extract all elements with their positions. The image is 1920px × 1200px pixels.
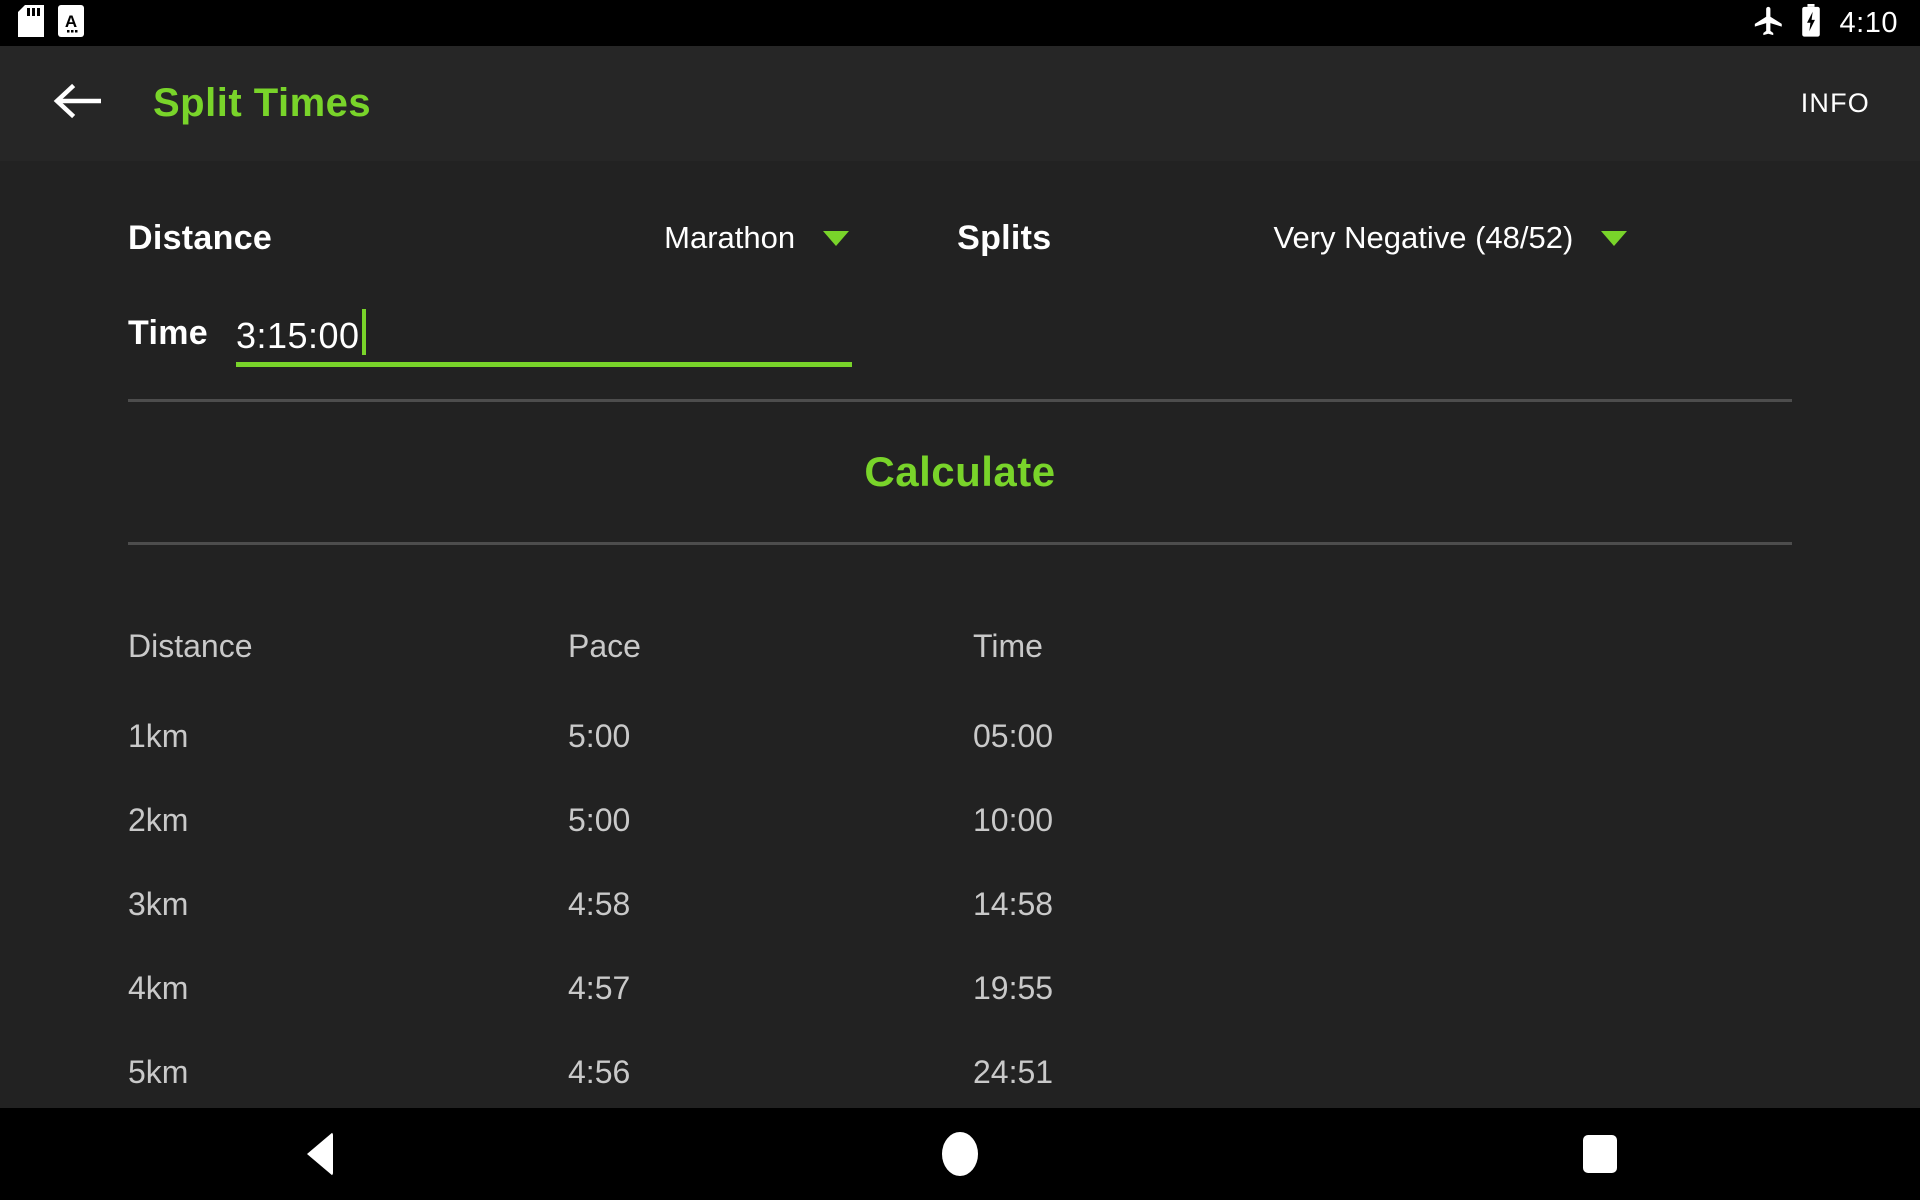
table-header-row: Distance Pace Time <box>128 602 1792 694</box>
cell-time: 14:58 <box>973 885 1054 922</box>
distance-field-group: Distance Marathon <box>128 218 850 258</box>
nav-back-triangle-icon <box>307 1132 333 1176</box>
table-row: 1km 5:00 05:00 <box>128 694 1792 778</box>
cell-distance: 3km <box>128 885 189 922</box>
cell-pace: 4:57 <box>568 969 631 1006</box>
nav-recents-button[interactable] <box>1525 1108 1675 1200</box>
nav-back-button[interactable] <box>245 1108 395 1200</box>
table-row: 3km 4:58 14:58 <box>128 862 1792 946</box>
cell-pace: 4:58 <box>568 885 631 922</box>
text-file-icon: A <box>58 4 84 42</box>
cell-pace: 5:00 <box>568 717 631 754</box>
svg-text:A: A <box>65 12 77 31</box>
distance-dropdown[interactable]: Marathon <box>664 220 850 256</box>
status-bar-left-icons: A <box>18 4 84 42</box>
time-input[interactable]: 3:15:00 <box>235 309 852 367</box>
back-button[interactable] <box>48 73 110 135</box>
calculate-button[interactable]: Calculate <box>128 402 1792 542</box>
divider-below-calculate <box>128 542 1792 545</box>
cell-time: 24:51 <box>973 1053 1054 1090</box>
calculate-label: Calculate <box>864 448 1056 495</box>
chevron-down-icon <box>823 230 850 246</box>
status-bar: A 4:10 <box>0 0 1920 46</box>
android-navigation-bar <box>0 1108 1920 1200</box>
distance-label: Distance <box>128 218 273 257</box>
info-button[interactable]: INFO <box>1787 78 1884 129</box>
splits-field-group: Splits Very Negative (48/52) <box>957 218 1628 258</box>
sd-card-icon <box>18 4 44 42</box>
cell-distance: 2km <box>128 801 189 838</box>
time-row: Time 3:15:00 <box>128 275 1792 367</box>
cell-time: 05:00 <box>973 717 1054 754</box>
airplane-mode-icon <box>1752 4 1786 43</box>
page-title: Split Times <box>153 81 372 125</box>
cell-pace: 4:56 <box>568 1053 631 1090</box>
app-bar: Split Times INFO <box>0 46 1920 161</box>
column-header-distance: Distance <box>128 627 253 664</box>
main-content: Distance Marathon Splits Very Negative (… <box>0 161 1920 1108</box>
table-row: 5km 4:56 24:51 <box>128 1030 1792 1108</box>
arrow-left-icon <box>53 81 105 126</box>
cell-time: 19:55 <box>973 969 1054 1006</box>
nav-recents-square-icon <box>1583 1135 1617 1173</box>
cell-distance: 5km <box>128 1053 189 1090</box>
distance-selected-value: Marathon <box>664 220 796 255</box>
status-bar-right: 4:10 <box>1752 3 1898 43</box>
text-cursor <box>361 309 366 355</box>
cell-time: 10:00 <box>973 801 1054 838</box>
splits-dropdown[interactable]: Very Negative (48/52) <box>1273 220 1628 256</box>
chevron-down-icon <box>1601 230 1628 246</box>
cell-pace: 5:00 <box>568 801 631 838</box>
app-screen: A 4:10 Split Times INFO Distance Maratho… <box>0 0 1920 1200</box>
cell-distance: 1km <box>128 717 189 754</box>
time-input-value: 3:15:00 <box>235 314 360 356</box>
column-header-time: Time <box>973 627 1043 664</box>
splits-results-table: Distance Pace Time 1km 5:00 05:00 2km 5:… <box>128 602 1792 1108</box>
selectors-row: Distance Marathon Splits Very Negative (… <box>128 201 1792 275</box>
splits-label: Splits <box>957 218 1052 257</box>
status-bar-clock: 4:10 <box>1839 6 1898 39</box>
column-header-pace: Pace <box>568 627 641 664</box>
time-label: Time <box>128 314 208 352</box>
cell-distance: 4km <box>128 969 189 1006</box>
splits-selected-value: Very Negative (48/52) <box>1273 220 1574 255</box>
table-row: 4km 4:57 19:55 <box>128 946 1792 1030</box>
nav-home-button[interactable] <box>885 1108 1035 1200</box>
nav-home-circle-icon <box>942 1132 978 1176</box>
input-form: Distance Marathon Splits Very Negative (… <box>128 161 1792 367</box>
table-row: 2km 5:00 10:00 <box>128 778 1792 862</box>
battery-charging-icon <box>1800 3 1822 43</box>
